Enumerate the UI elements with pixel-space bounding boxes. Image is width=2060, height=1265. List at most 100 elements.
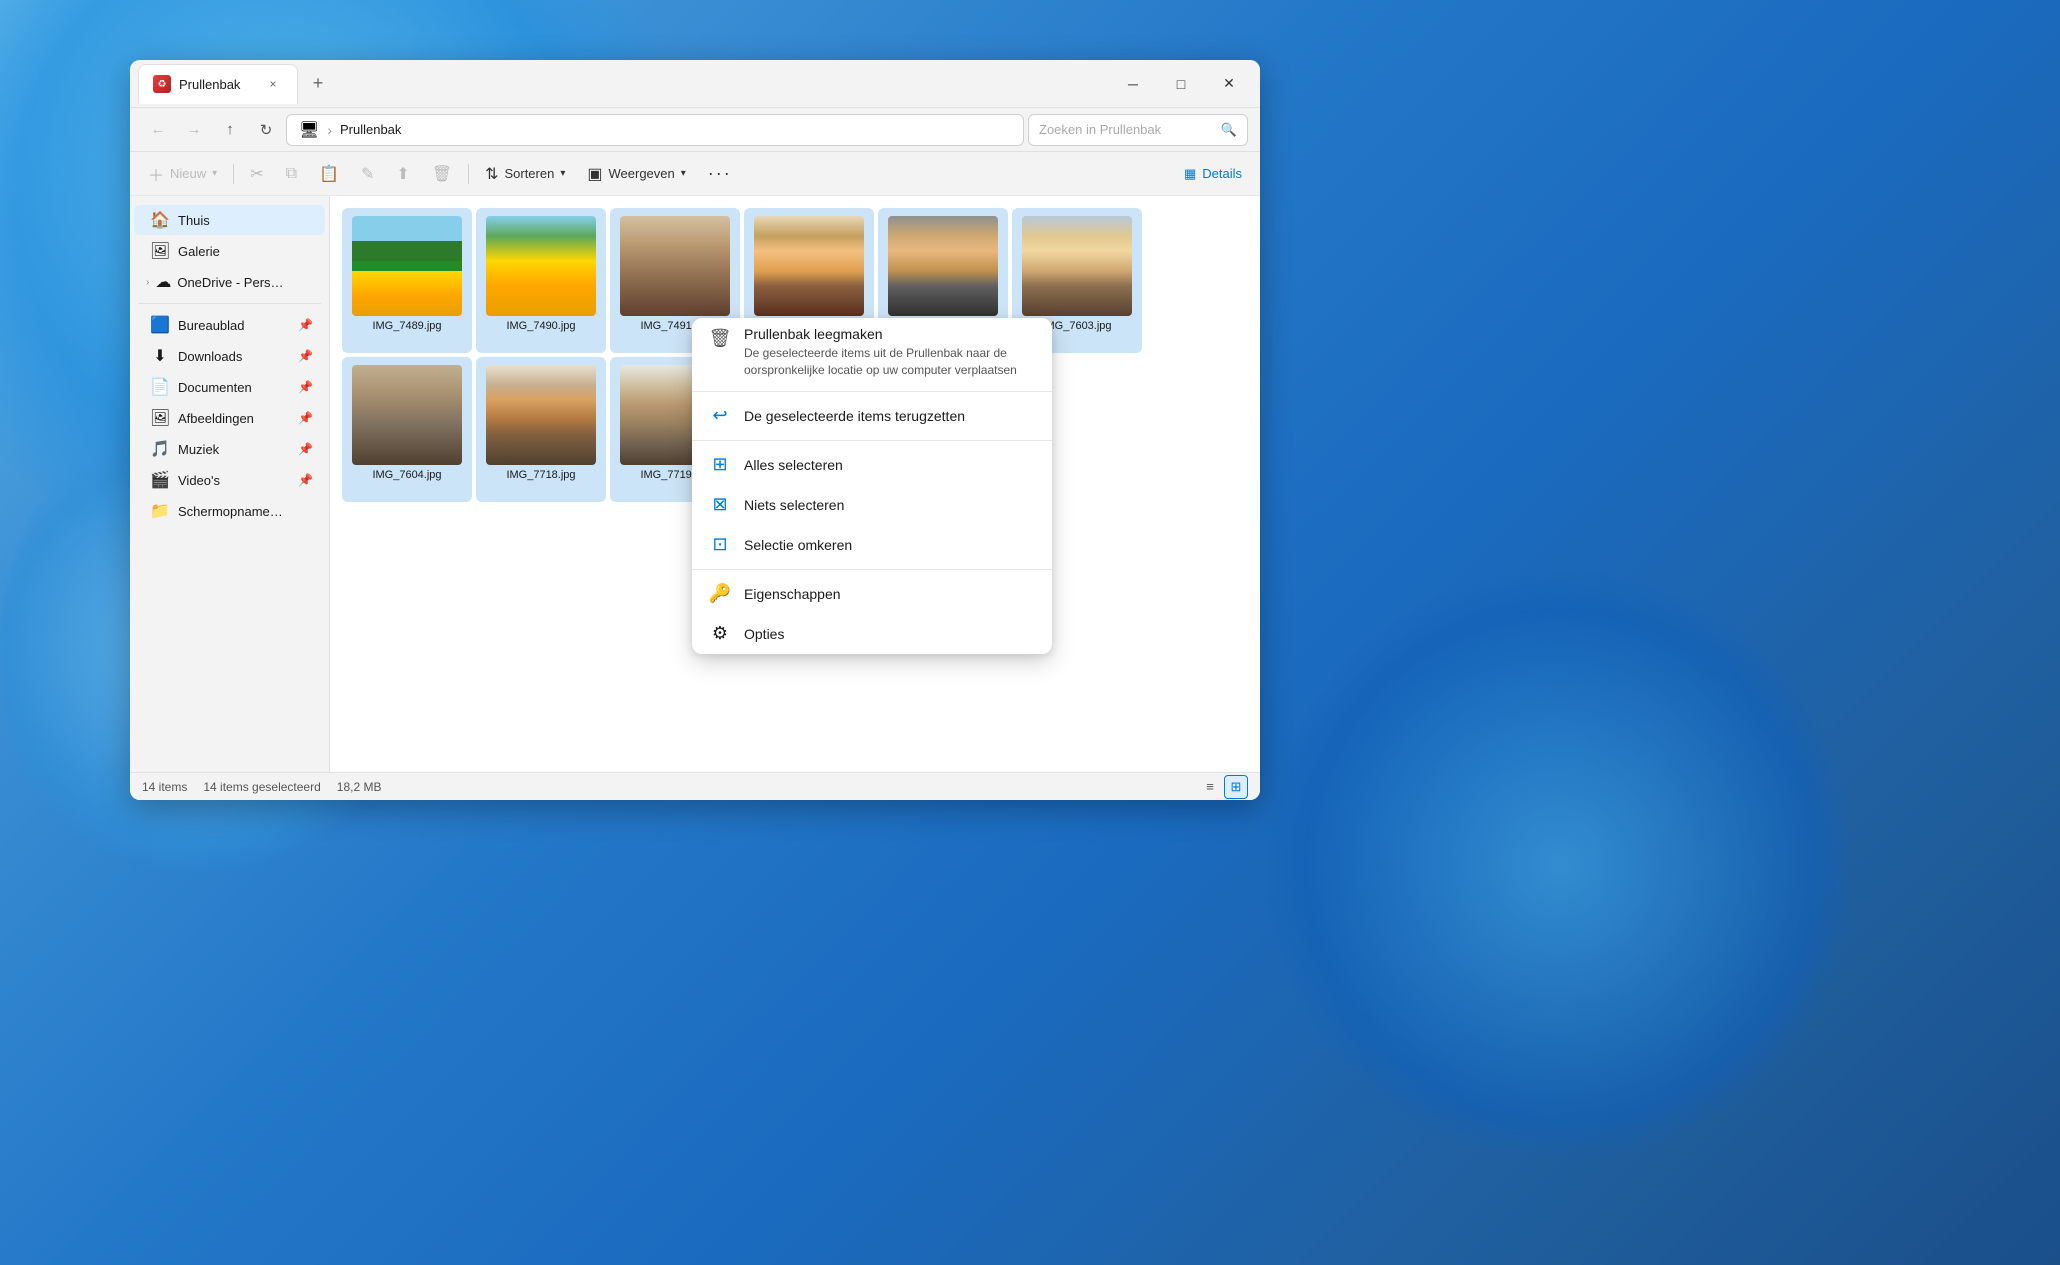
share-button[interactable]: ⬆ (386, 158, 419, 190)
selected-size: 18,2 MB (337, 780, 382, 794)
file-thumbnail-img7599 (754, 216, 864, 316)
sidebar-item-muziek[interactable]: 🎵 Muziek 📌 (134, 434, 325, 464)
item-count: 14 items (142, 780, 187, 794)
cm-properties-item[interactable]: 🔑 Eigenschappen (692, 574, 1052, 614)
details-icon: ▦ (1184, 166, 1196, 182)
new-button[interactable]: ＋ Nieuw ▾ (138, 158, 227, 190)
file-name-img7718: IMG_7718.jpg (506, 469, 575, 481)
sidebar-item-downloads[interactable]: ⬇ Downloads 📌 (134, 341, 325, 371)
file-thumbnail-img7490 (486, 216, 596, 316)
status-bar: 14 items 14 items geselecteerd 18,2 MB ≡… (130, 772, 1260, 800)
cut-button[interactable]: ✂ (240, 158, 273, 190)
sidebar-label-afbeeldingen: Afbeeldingen (178, 411, 290, 426)
onedrive-icon: ☁ (153, 272, 173, 292)
details-label: Details (1202, 166, 1242, 181)
sidebar-item-thuis[interactable]: 🏠 Thuis (134, 205, 325, 235)
sidebar-item-galerie[interactable]: 🖼 Galerie (134, 236, 325, 266)
minimize-button[interactable]: ─ (1110, 68, 1156, 100)
forward-button[interactable]: → (178, 114, 210, 146)
cm-restore-item[interactable]: ↩ De geselecteerde items terugzetten (692, 396, 1052, 436)
title-bar: ♻ Prullenbak × + ─ □ ✕ (130, 60, 1260, 108)
cm-divider-2 (692, 440, 1052, 441)
sort-label: Sorteren (504, 166, 554, 181)
toolbar: ＋ Nieuw ▾ ✂ ⧉ 📋 ✎ ⬆ 🗑 ⇅ Sorteren ▾ ▣ (130, 152, 1260, 196)
trash-icon: 🗑 (708, 326, 732, 350)
sidebar-label-bureaublad: Bureaublad (178, 318, 290, 333)
window-controls: ─ □ ✕ (1110, 68, 1252, 100)
bg-decoration-2 (1260, 565, 1860, 1165)
search-icon: 🔍 (1221, 122, 1237, 138)
back-icon: ← (151, 121, 166, 138)
cm-empty-trash-desc: De geselecteerde items uit de Prullenbak… (744, 345, 1036, 379)
search-bar[interactable]: Zoeken in Prullenbak 🔍 (1028, 114, 1248, 146)
sidebar-label-documenten: Documenten (178, 380, 290, 395)
properties-icon: 🔑 (708, 582, 732, 606)
refresh-button[interactable]: ↻ (250, 114, 282, 146)
documents-icon: 📄 (150, 377, 170, 397)
pin-icon-muziek: 📌 (298, 442, 313, 456)
more-button[interactable]: ··· (698, 158, 742, 190)
cm-restore-label: De geselecteerde items terugzetten (744, 408, 1036, 424)
copy-button[interactable]: ⧉ (276, 158, 307, 190)
rename-icon: ✎ (361, 164, 374, 184)
cm-empty-trash-item[interactable]: 🗑 Prullenbak leegmaken De geselecteerde … (692, 318, 1052, 387)
view-toggle-buttons: ≡ ⊞ (1198, 775, 1248, 799)
file-item-img7604[interactable]: IMG_7604.jpg (342, 357, 472, 502)
file-item-img7489[interactable]: IMG_7489.jpg (342, 208, 472, 353)
file-name-img7603: IMG_7603.jpg (1042, 320, 1111, 332)
pin-icon-afbeeldingen: 📌 (298, 411, 313, 425)
up-button[interactable]: ↑ (214, 114, 246, 146)
cm-divider-1 (692, 391, 1052, 392)
sidebar-label-onedrive: OneDrive - Pers… (177, 275, 317, 290)
cm-options-item[interactable]: ⚙ Opties (692, 614, 1052, 654)
pin-icon-downloads: 📌 (298, 349, 313, 363)
details-button[interactable]: ▦ Details (1174, 158, 1252, 190)
paste-button[interactable]: 📋 (309, 158, 349, 190)
sidebar-label-videos: Video's (178, 473, 290, 488)
search-placeholder: Zoeken in Prullenbak (1039, 122, 1161, 137)
new-tab-button[interactable]: + (302, 68, 334, 100)
cm-empty-trash-content: Prullenbak leegmaken De geselecteerde it… (744, 326, 1036, 379)
grid-view-button[interactable]: ⊞ (1224, 775, 1248, 799)
delete-button[interactable]: 🗑 (422, 158, 462, 190)
sort-dropdown-icon: ▾ (560, 168, 565, 179)
select-none-icon: ⊠ (708, 493, 732, 517)
view-label: Weergeven (609, 166, 675, 181)
sidebar-item-onedrive[interactable]: › ☁ OneDrive - Pers… (134, 267, 325, 297)
sidebar-item-schermopnamen[interactable]: 📁 Schermopname… (134, 496, 325, 526)
computer-icon: 🖥 (299, 120, 319, 140)
up-icon: ↑ (226, 121, 234, 138)
pin-icon-videos: 📌 (298, 473, 313, 487)
maximize-button[interactable]: □ (1158, 68, 1204, 100)
sidebar-item-afbeeldingen[interactable]: 🖼 Afbeeldingen 📌 (134, 403, 325, 433)
cm-select-none-label: Niets selecteren (744, 497, 1036, 513)
folder-icon: 📁 (150, 501, 170, 521)
tab-close-button[interactable]: × (263, 74, 283, 94)
list-view-button[interactable]: ≡ (1198, 775, 1222, 799)
path-separator: › (327, 122, 332, 138)
sidebar-item-documenten[interactable]: 📄 Documenten 📌 (134, 372, 325, 402)
delete-icon: 🗑 (432, 164, 452, 184)
cm-select-none-item[interactable]: ⊠ Niets selecteren (692, 485, 1052, 525)
cm-divider-3 (692, 569, 1052, 570)
cm-invert-item[interactable]: ⊡ Selectie omkeren (692, 525, 1052, 565)
file-thumbnail-img7491 (620, 216, 730, 316)
sidebar-divider (138, 303, 321, 304)
sidebar-item-videos[interactable]: 🎬 Video's 📌 (134, 465, 325, 495)
back-button[interactable]: ← (142, 114, 174, 146)
cm-select-all-item[interactable]: ⊞ Alles selecteren (692, 445, 1052, 485)
sort-icon: ⇅ (485, 164, 498, 184)
rename-button[interactable]: ✎ (351, 158, 384, 190)
file-item-img7490[interactable]: IMG_7490.jpg (476, 208, 606, 353)
file-name-img7489: IMG_7489.jpg (372, 320, 441, 332)
view-icon: ▣ (587, 164, 602, 184)
copy-icon: ⧉ (286, 165, 297, 183)
close-button[interactable]: ✕ (1206, 68, 1252, 100)
downloads-icon: ⬇ (150, 346, 170, 366)
address-bar[interactable]: 🖥 › Prullenbak (286, 114, 1024, 146)
view-button[interactable]: ▣ Weergeven ▾ (577, 158, 695, 190)
tab-prullenbak[interactable]: ♻ Prullenbak × (138, 64, 298, 104)
sort-button[interactable]: ⇅ Sorteren ▾ (475, 158, 575, 190)
file-item-img7718[interactable]: IMG_7718.jpg (476, 357, 606, 502)
sidebar-item-bureaublad[interactable]: 🟦 Bureaublad 📌 (134, 310, 325, 340)
